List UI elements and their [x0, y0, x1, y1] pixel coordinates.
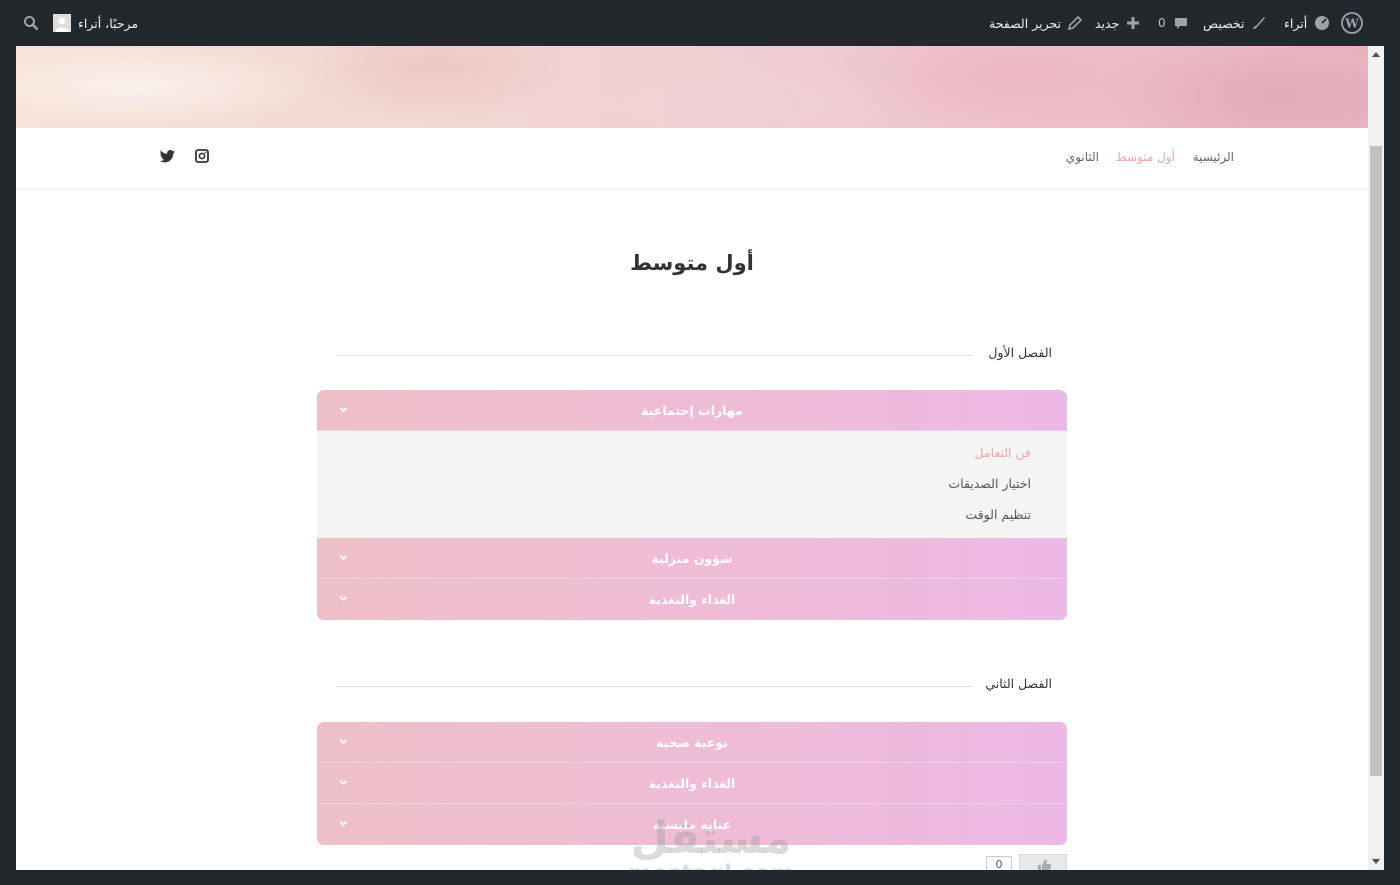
avatar — [53, 14, 71, 32]
section-heading-second-term: الفصل الثاني — [336, 676, 1052, 696]
search-button[interactable] — [23, 0, 39, 46]
accordion-header-health-awareness[interactable]: توعية صحية — [317, 722, 1067, 763]
page-viewport: الرئيسية أول متوسط الثانوي أول متوسط الف… — [16, 46, 1368, 870]
comments-button[interactable]: 0 — [1158, 0, 1189, 46]
lesson-link[interactable]: اختيار الصديقات — [317, 468, 1031, 499]
wordpress-icon: W — [1341, 12, 1363, 34]
page-title: أول متوسط — [630, 251, 754, 275]
section-divider — [336, 686, 972, 687]
twitter-icon[interactable] — [159, 148, 175, 164]
search-icon — [23, 15, 39, 31]
like-button[interactable] — [1019, 854, 1067, 870]
new-content-button[interactable]: جديد — [1095, 0, 1140, 46]
greeting-label: مرحبًا، أتراء — [78, 15, 139, 31]
chevron-down-icon — [339, 739, 348, 744]
nav-item-secondary[interactable]: الثانوي — [1066, 150, 1099, 164]
like-widget: 0 — [986, 854, 1067, 870]
lesson-link[interactable]: تنظيم الوقت — [317, 499, 1031, 530]
scroll-down-arrow-icon[interactable] — [1372, 859, 1380, 864]
accordion-first-term: مهارات إجتماعية فن التعامل اختيار الصديق… — [317, 390, 1067, 620]
comments-count: 0 — [1158, 16, 1166, 30]
pencil-icon — [1068, 16, 1083, 30]
accordion-title: توعية صحية — [656, 734, 728, 750]
watermark-arabic: مستقل — [630, 813, 792, 864]
section-title: الفصل الثاني — [985, 676, 1052, 691]
watermark: مستقل mostaql.com — [616, 813, 806, 871]
customize-label: تخصيص — [1203, 15, 1245, 31]
plus-icon — [1126, 16, 1140, 30]
dashboard-gauge-icon — [1314, 15, 1330, 31]
scrollbar-thumb[interactable] — [1370, 146, 1382, 776]
accordion-title: مهارات إجتماعية — [641, 402, 743, 418]
chevron-down-icon — [339, 407, 348, 412]
section-heading-first-term: الفصل الأول — [336, 345, 1052, 365]
admin-bar: W أتراء تخصيص 0 جديد تحرير الصفحة مرحبًا… — [0, 0, 1400, 46]
chevron-down-icon — [339, 821, 348, 826]
instagram-icon[interactable] — [193, 148, 209, 164]
main-navigation: الرئيسية أول متوسط الثانوي — [16, 128, 1368, 190]
scroll-up-arrow-icon[interactable] — [1372, 52, 1380, 57]
chevron-down-icon — [339, 555, 348, 560]
chevron-down-icon — [339, 596, 348, 601]
site-name-label: أتراء — [1284, 15, 1308, 31]
svg-text:W: W — [1344, 17, 1359, 31]
accordion-title: الغذاء والتغذية — [648, 592, 736, 607]
customize-button[interactable]: تخصيص — [1203, 0, 1267, 46]
wordpress-logo-button[interactable]: W — [1341, 0, 1363, 46]
accordion-title: الغذاء والتغذية — [648, 775, 736, 791]
lesson-link[interactable]: فن التعامل — [317, 437, 1031, 468]
site-name-button[interactable]: أتراء — [1284, 0, 1330, 46]
new-content-label: جديد — [1095, 15, 1120, 31]
nav-item-first-intermediate[interactable]: أول متوسط — [1116, 150, 1175, 164]
section-title: الفصل الأول — [988, 345, 1052, 360]
accordion-header-food-nutrition[interactable]: الغذاء والتغذية — [317, 579, 1067, 620]
accordion-title: شؤون منزلية — [651, 550, 733, 566]
accordion-header-social-skills[interactable]: مهارات إجتماعية — [317, 390, 1067, 431]
watermark-latin: mostaql.com — [616, 862, 806, 870]
like-count: 0 — [986, 856, 1012, 870]
section-divider — [336, 355, 972, 356]
paintbrush-icon — [1251, 15, 1267, 31]
my-account-button[interactable]: مرحبًا، أتراء — [53, 0, 138, 46]
nav-item-home[interactable]: الرئيسية — [1193, 150, 1234, 164]
accordion-header-food-nutrition[interactable]: الغذاء والتغذية — [317, 763, 1067, 804]
thumbs-up-icon — [1038, 859, 1052, 870]
vertical-scrollbar[interactable] — [1368, 46, 1384, 870]
edit-page-button[interactable]: تحرير الصفحة — [989, 0, 1083, 46]
accordion-body-social-skills: فن التعامل اختيار الصديقات تنظيم الوقت — [317, 431, 1067, 538]
chevron-down-icon — [339, 780, 348, 785]
comment-bubble-icon — [1173, 15, 1189, 31]
accordion-header-home-affairs[interactable]: شؤون منزلية — [317, 538, 1067, 579]
header-banner-image — [16, 46, 1368, 128]
edit-page-label: تحرير الصفحة — [989, 15, 1062, 31]
